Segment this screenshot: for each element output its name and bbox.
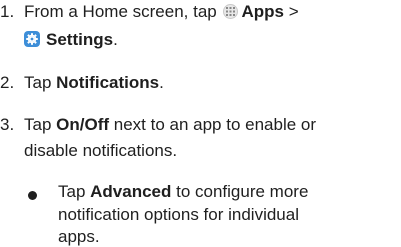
- step-number: 3.: [0, 115, 15, 134]
- notifications-label: Notifications: [56, 73, 160, 92]
- advanced-label: Advanced: [90, 182, 172, 201]
- apps-grid-icon: [223, 4, 239, 19]
- bullet-text: apps.: [58, 227, 100, 246]
- bullet-icon: [28, 191, 37, 200]
- settings-label: Settings: [46, 30, 114, 49]
- step-text: From a Home screen, tap: [24, 2, 217, 21]
- step-text: next to an app to enable or: [109, 115, 317, 134]
- apps-label: Apps: [241, 2, 284, 21]
- step-text: .: [113, 30, 118, 49]
- step-text: Tap: [24, 73, 57, 92]
- step-text: disable notifications.: [24, 141, 178, 160]
- bullet-text: to configure more: [171, 182, 309, 201]
- step-2: 2. Tap Notifications.: [0, 73, 164, 93]
- bullet-text: notification options for individual: [58, 205, 299, 224]
- step-text: Tap: [24, 115, 57, 134]
- on-off-label: On/Off: [56, 115, 110, 134]
- step-text: .: [159, 73, 164, 92]
- step-number: 1.: [0, 2, 15, 21]
- settings-gear-icon: [24, 31, 40, 47]
- step-number: 2.: [0, 73, 15, 92]
- arrow-separator: >: [288, 2, 299, 21]
- bullet-text: Tap: [58, 182, 91, 201]
